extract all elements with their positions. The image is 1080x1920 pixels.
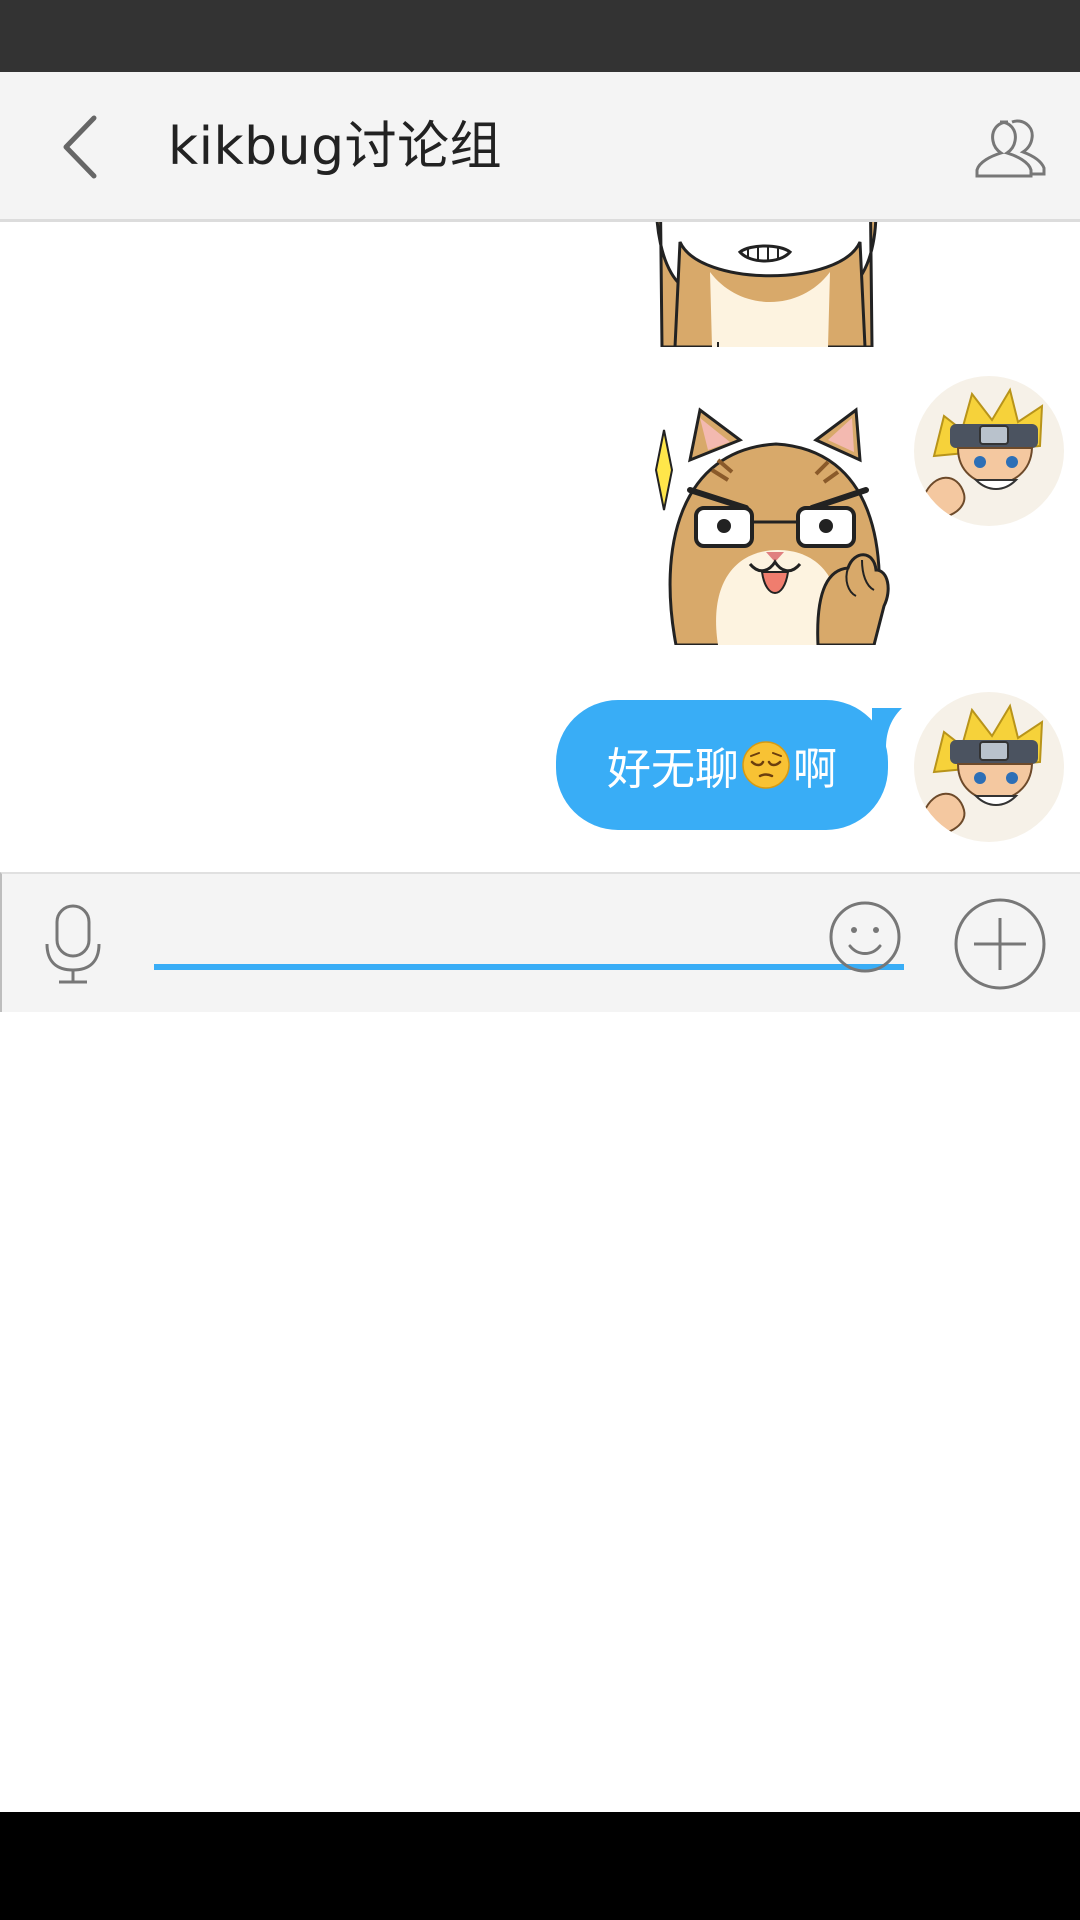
- group-members-icon: [975, 119, 1046, 178]
- group-members-button[interactable]: [970, 108, 1050, 188]
- back-button[interactable]: [40, 102, 120, 192]
- message-sticker[interactable]: [648, 400, 908, 647]
- message-composer: [0, 872, 1080, 1012]
- message-bubble[interactable]: 好无聊 啊: [556, 700, 888, 830]
- title-bar: kikbug讨论组: [0, 72, 1080, 222]
- cat-determined-fist-sticker: [654, 407, 890, 647]
- pensive-face-emoji: [742, 741, 790, 789]
- chat-message-list[interactable]: 好无聊 啊: [0, 222, 1080, 872]
- plus-circle-icon: [954, 898, 1046, 990]
- message-text-before: 好无聊: [607, 744, 739, 795]
- message-text-after: 啊: [793, 744, 837, 795]
- avatar-image: [914, 692, 1064, 842]
- message-input[interactable]: [154, 896, 904, 970]
- chevron-left-icon: [63, 115, 97, 179]
- page-title: kikbug讨论组: [168, 117, 503, 177]
- more-options-button[interactable]: [952, 896, 1048, 992]
- cat-arms-raised-sticker: [655, 222, 878, 349]
- bubble-tail: [872, 708, 902, 748]
- status-bar: [0, 0, 1080, 72]
- emoji-button[interactable]: [828, 900, 902, 974]
- message-sticker[interactable]: [640, 222, 900, 349]
- microphone-icon: [45, 904, 101, 984]
- smiley-icon: [829, 901, 901, 973]
- voice-input-button[interactable]: [38, 902, 108, 986]
- sender-avatar[interactable]: [914, 376, 1064, 526]
- avatar-image: [914, 376, 1064, 526]
- navigation-bar: [0, 1812, 1080, 1920]
- sender-avatar[interactable]: [914, 692, 1064, 842]
